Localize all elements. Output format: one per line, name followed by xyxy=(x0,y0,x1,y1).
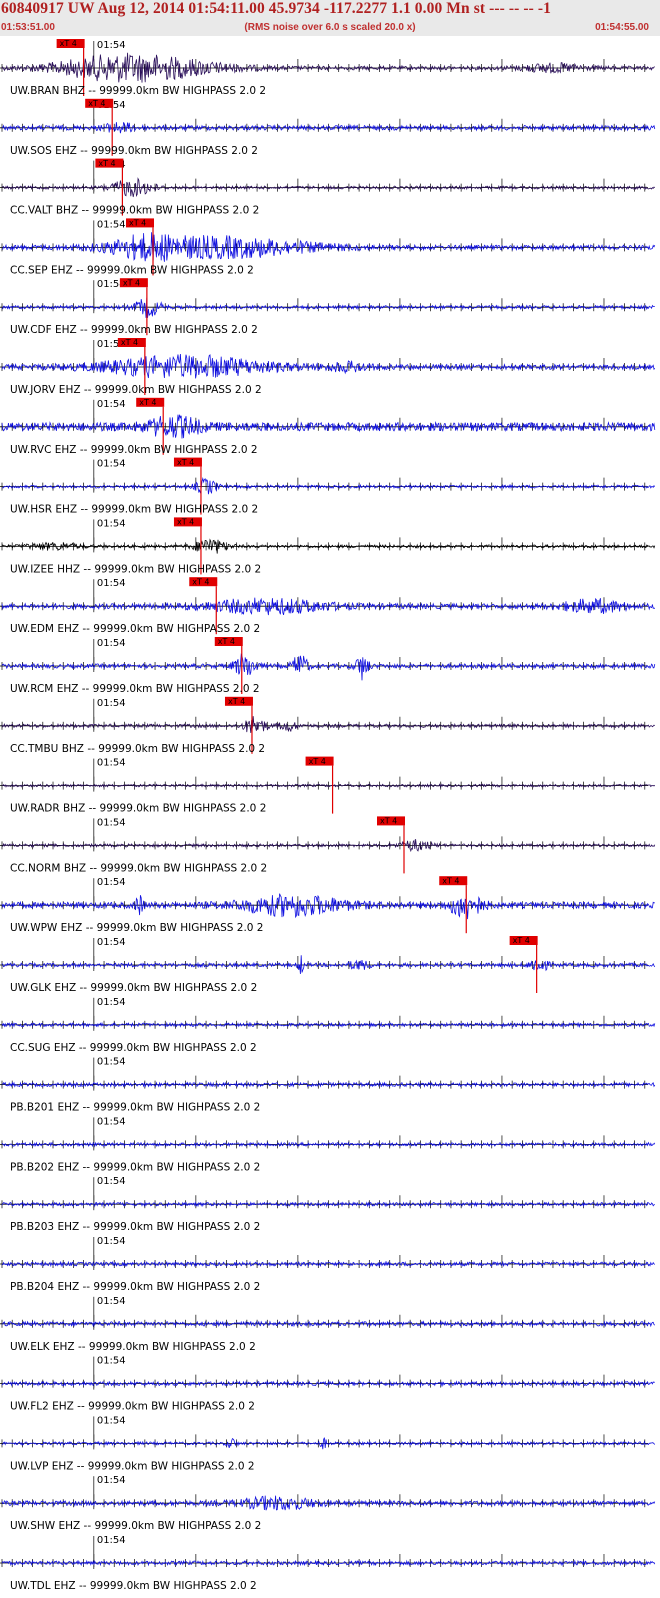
minute-tick-label: 01:54 xyxy=(97,399,126,410)
trace-label: UW.CDF EHZ -- 99999.0km BW HIGHPASS 2.0 … xyxy=(10,324,258,336)
trace-label: PB.B202 EHZ -- 99999.0km BW HIGHPASS 2.0… xyxy=(10,1161,260,1173)
trace-label: CC.SEP EHZ -- 99999.0km BW HIGHPASS 2.0 … xyxy=(10,264,254,276)
minute-tick-label: 01:54 xyxy=(97,1057,126,1068)
trace-label: UW.JORV EHZ -- 99999.0km BW HIGHPASS 2.0… xyxy=(10,384,262,396)
minute-tick-label: 01:54 xyxy=(97,1415,126,1426)
pick-label: xT 4 xyxy=(139,398,156,407)
pick-label: xT 4 xyxy=(98,159,115,168)
pick-label: xT 4 xyxy=(228,697,245,706)
minute-tick-label: 01:54 xyxy=(97,638,126,649)
pick-label: xT 4 xyxy=(309,757,326,766)
minute-tick-label: 01:54 xyxy=(97,1236,126,1247)
trace-label: CC.TMBU BHZ -- 99999.0km BW HIGHPASS 2.0… xyxy=(10,743,265,755)
trace-label: UW.RVC EHZ -- 99999.0km BW HIGHPASS 2.0 … xyxy=(10,444,258,456)
trace-label: UW.LVP EHZ -- 99999.0km BW HIGHPASS 2.0 … xyxy=(10,1460,255,1472)
pick-label: xT 4 xyxy=(177,518,194,527)
minute-tick-label: 01:54 xyxy=(97,1475,126,1486)
minute-tick-label: 01:54 xyxy=(97,1296,126,1307)
trace-label: UW.HSR EHZ -- 99999.0km BW HIGHPASS 2.0 … xyxy=(10,504,258,516)
pick-label: xT 4 xyxy=(442,876,459,885)
trace-label: CC.NORM BHZ -- 99999.0km BW HIGHPASS 2.0… xyxy=(10,862,267,874)
seismic-trace xyxy=(1,653,656,681)
pick-label: xT 4 xyxy=(129,219,146,228)
trace-label: PB.B201 EHZ -- 99999.0km BW HIGHPASS 2.0… xyxy=(10,1102,260,1114)
pick-label: xT 4 xyxy=(218,637,235,646)
trace-label: UW.RADR BHZ -- 99999.0km BW HIGHPASS 2.0… xyxy=(10,803,266,815)
pick-label: xT 4 xyxy=(513,936,530,945)
minute-tick-label: 01:54 xyxy=(97,578,126,589)
trace-label: UW.BRAN BHZ -- 99999.0km BW HIGHPASS 2.0… xyxy=(10,85,266,97)
minute-tick-label: 01:54 xyxy=(97,1535,126,1546)
minute-tick-label: 01:54 xyxy=(97,817,126,828)
minute-tick-label: 01:54 xyxy=(97,518,126,529)
minute-tick-label: 01:54 xyxy=(97,1176,126,1187)
trace-label: UW.WPW EHZ -- 99999.0km BW HIGHPASS 2.0 … xyxy=(10,922,263,934)
minute-tick-label: 01:54 xyxy=(97,459,126,470)
trace-label: UW.GLK EHZ -- 99999.0km BW HIGHPASS 2.0 … xyxy=(10,982,257,994)
trace-label: CC.SUG EHZ -- 99999.0km BW HIGHPASS 2.0 … xyxy=(10,1042,257,1054)
minute-tick-label: 01:54 xyxy=(97,1356,126,1367)
minute-tick-label: 01:54 xyxy=(97,877,126,888)
pick-label: xT 4 xyxy=(121,338,138,347)
trace-label: UW.ELK EHZ -- 99999.0km BW HIGHPASS 2.0 … xyxy=(10,1341,256,1353)
minute-tick-label: 01:54 xyxy=(97,219,126,230)
trace-label: UW.IZEE HHZ -- 99999.0km BW HIGHPASS 2.0… xyxy=(10,563,261,575)
seismogram-plot: 01:54xT 4UW.BRAN BHZ -- 99999.0km BW HIG… xyxy=(0,39,656,1592)
pick-label: xT 4 xyxy=(177,458,194,467)
trace-label: UW.TDL EHZ -- 99999.0km BW HIGHPASS 2.0 … xyxy=(10,1580,257,1592)
minute-tick-label: 01:54 xyxy=(97,698,126,709)
trace-label: UW.FL2 EHZ -- 99999.0km BW HIGHPASS 2.0 … xyxy=(10,1401,255,1413)
pick-label: xT 4 xyxy=(123,278,140,287)
trace-label: UW.EDM EHZ -- 99999.0km BW HIGHPASS 2.0 … xyxy=(10,623,260,635)
pick-label: xT 4 xyxy=(380,817,397,826)
pick-label: xT 4 xyxy=(192,577,209,586)
trace-label: UW.SHW EHZ -- 99999.0km BW HIGHPASS 2.0 … xyxy=(10,1520,261,1532)
minute-tick-label: 01:54 xyxy=(97,937,126,948)
minute-tick-label: 01:54 xyxy=(97,997,126,1008)
pick-label: xT 4 xyxy=(88,99,105,108)
minute-tick-label: 01:54 xyxy=(97,40,126,51)
pick-label: xT 4 xyxy=(60,39,77,48)
trace-label: UW.SOS EHZ -- 99999.0km BW HIGHPASS 2.0 … xyxy=(10,145,258,157)
trace-label: CC.VALT BHZ -- 99999.0km BW HIGHPASS 2.0… xyxy=(10,205,259,217)
trace-label: PB.B203 EHZ -- 99999.0km BW HIGHPASS 2.0… xyxy=(10,1221,260,1233)
trace-label: UW.RCM EHZ -- 99999.0km BW HIGHPASS 2.0 … xyxy=(10,683,260,695)
minute-tick-label: 01:54 xyxy=(97,758,126,769)
trace-label: PB.B204 EHZ -- 99999.0km BW HIGHPASS 2.0… xyxy=(10,1281,260,1293)
minute-tick-label: 01:54 xyxy=(97,1116,126,1127)
